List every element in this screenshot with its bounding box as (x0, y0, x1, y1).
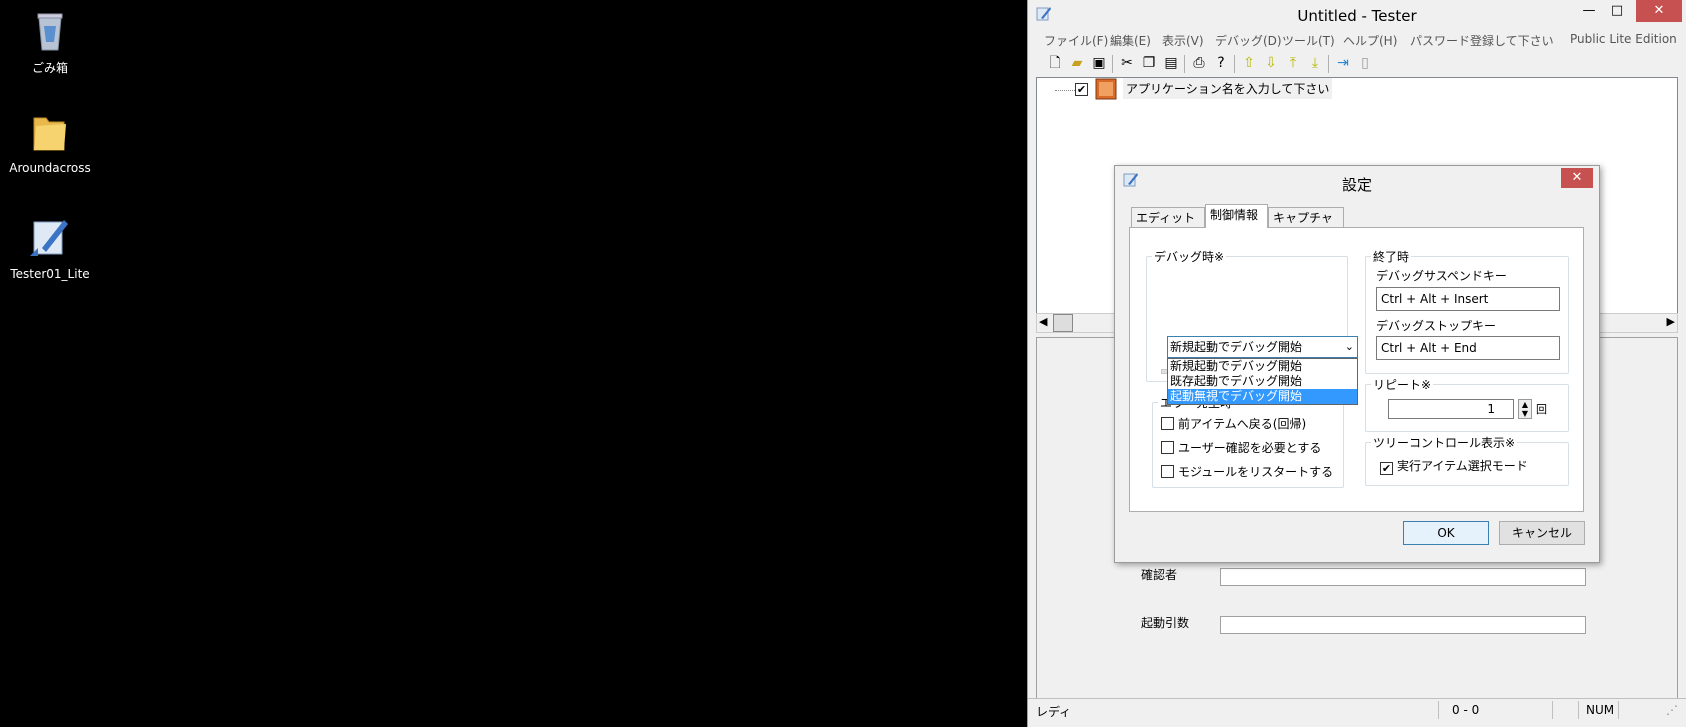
debug-group-title: デバッグ時※ (1152, 248, 1227, 265)
repeat-group: リピート※ 1 ▲ ▼ 回 (1365, 376, 1569, 432)
checkbox-box[interactable] (1161, 465, 1174, 478)
status-position: 0 - 0 (1452, 703, 1480, 717)
copy-icon[interactable]: ❐ (1140, 54, 1158, 72)
repeat-count-field[interactable]: 1 (1388, 399, 1514, 419)
exec-item-select-mode-checkbox[interactable]: ✔ 実行アイテム選択モード (1380, 457, 1528, 475)
checkbox-label: ユーザー確認を必要とする (1178, 441, 1322, 455)
end-group: 終了時 デバッグサスペンドキー Ctrl + Alt + Insert デバッグ… (1365, 248, 1569, 374)
debug-mode-dropdown: 新規起動でデバッグ開始 既存起動でデバッグ開始 起動無視でデバッグ開始 (1167, 358, 1358, 405)
stop-key-field[interactable]: Ctrl + Alt + End (1376, 336, 1560, 360)
tab-control-info[interactable]: 制御情報 (1205, 204, 1268, 228)
menu-tool[interactable]: ツール(T) (1282, 32, 1335, 49)
end-group-title: 終了時 (1371, 248, 1412, 265)
launch-args-field[interactable] (1220, 616, 1586, 634)
suspend-key-field[interactable]: Ctrl + Alt + Insert (1376, 287, 1560, 311)
blank-doc-icon[interactable]: ▯ (1356, 54, 1374, 72)
ok-button[interactable]: OK (1403, 521, 1489, 545)
tree-control-group: ツリーコントロール表示※ ✔ 実行アイテム選択モード (1365, 434, 1569, 486)
restart-module-checkbox[interactable]: モジュールをリスタートする (1161, 463, 1333, 480)
checkbox-box[interactable] (1161, 417, 1174, 430)
dropdown-option[interactable]: 既存起動でデバッグ開始 (1168, 374, 1357, 389)
cancel-button[interactable]: キャンセル (1499, 521, 1585, 545)
paste-icon[interactable]: ▤ (1162, 54, 1180, 72)
debug-mode-combobox[interactable]: 新規起動でデバッグ開始 ⌄ (1167, 336, 1358, 358)
approver-label: 確認者 (1141, 568, 1178, 582)
menu-debug[interactable]: デバッグ(D) (1215, 32, 1282, 49)
approver-field[interactable] (1220, 568, 1586, 586)
maximize-button[interactable]: □ (1604, 0, 1630, 22)
new-file-icon[interactable]: 🗋 (1046, 54, 1064, 72)
dialog-close-button[interactable]: ✕ (1561, 168, 1593, 188)
chevron-down-icon[interactable]: ⌄ (1345, 337, 1354, 357)
folder-icon (33, 117, 66, 151)
launch-args-label: 起動引数 (1141, 616, 1190, 630)
require-user-confirm-checkbox[interactable]: ユーザー確認を必要とする (1161, 439, 1321, 456)
checkbox-label: 実行アイテム選択モード (1397, 459, 1528, 473)
menu-bar: ファイル(F) 編集(E) 表示(V) デバッグ(D) ツール(T) ヘルプ(H… (1032, 30, 1682, 50)
title-bar[interactable]: Untitled - Tester — □ ✕ (1028, 0, 1686, 32)
toolbar: 🗋 ▰ ▣ ✂ ❐ ▤ ⎙ ? ⇧ ⇩ ⤒ ⤓ ⇥ ▯ (1034, 52, 1678, 76)
status-num: NUM (1586, 703, 1615, 717)
tester-app-icon (30, 220, 68, 256)
open-folder-icon[interactable]: ▰ (1068, 54, 1086, 72)
spin-buttons-icon[interactable]: ▲ ▼ (1518, 399, 1532, 419)
tree-control-group-title: ツリーコントロール表示※ (1371, 434, 1518, 451)
repeat-unit: 回 (1536, 403, 1547, 416)
tree-connector (1055, 90, 1075, 91)
help-icon[interactable]: ? (1212, 54, 1230, 72)
move-down-icon[interactable]: ⇩ (1262, 54, 1280, 72)
checkbox-box-checked[interactable]: ✔ (1380, 462, 1393, 475)
scroll-right-icon[interactable]: ▶ (1667, 315, 1675, 328)
status-text: レディ (1036, 705, 1072, 719)
menu-help[interactable]: ヘルプ(H) (1343, 32, 1397, 49)
desktop-icon-folder[interactable]: Aroundacross (0, 110, 100, 175)
tree-root-checkbox[interactable]: ✔ (1075, 83, 1088, 96)
tree-root-label[interactable]: アプリケーション名を入力して下さい (1123, 78, 1333, 99)
minimize-button[interactable]: — (1576, 0, 1602, 22)
dropdown-option-highlighted[interactable]: 起動無視でデバッグ開始 (1168, 389, 1357, 404)
dialog-title: 設定 (1341, 176, 1372, 194)
suspend-key-label: デバッグサスペンドキー (1376, 269, 1507, 283)
tab-edit-info[interactable]: エディット情報 (1131, 207, 1205, 245)
scroll-left-icon[interactable]: ◀ (1039, 315, 1047, 328)
stop-key-label: デバッグストップキー (1376, 319, 1497, 333)
edition-label: Public Lite Edition (1570, 32, 1677, 46)
menu-edit[interactable]: 編集(E) (1110, 32, 1151, 49)
print-icon[interactable]: ⎙ (1190, 54, 1208, 72)
dropdown-option[interactable]: 新規起動でデバッグ開始 (1168, 359, 1357, 374)
status-bar: レディ 0 - 0 NUM ⋰ (1028, 698, 1686, 723)
move-up-icon[interactable]: ⇧ (1240, 54, 1258, 72)
desktop-icon-recycle-bin[interactable]: ごみ箱 (0, 8, 100, 76)
tab-panel: デバッグ時※ 新規起動でデバッグ開始 ⌄ 新規起動でデバッグ開始 既存起動でデバ… (1129, 227, 1584, 512)
desktop-icon-tester[interactable]: Tester01_Lite (0, 214, 100, 281)
desktop-icon-label: Tester01_Lite (10, 267, 90, 281)
checkbox-label: 前アイテムへ戻る(回帰) (1178, 417, 1307, 431)
checkbox-label: モジュールをリスタートする (1178, 465, 1334, 479)
menu-file[interactable]: ファイル(F) (1044, 32, 1108, 49)
desktop-icon-label: Aroundacross (9, 161, 91, 175)
combo-value: 新規起動でデバッグ開始 (1170, 340, 1303, 354)
settings-dialog: 設定 ✕ エディット情報 制御情報 キャプチャ情報 デバッグ時※ 新規起動でデバ… (1114, 165, 1600, 563)
resize-grip-icon[interactable]: ⋰ (1666, 703, 1678, 717)
move-bottom-icon[interactable]: ⤓ (1306, 54, 1324, 72)
scroll-thumb[interactable] (1053, 314, 1073, 332)
export-icon[interactable]: ⇥ (1334, 54, 1352, 72)
save-icon[interactable]: ▣ (1090, 54, 1108, 72)
cut-icon[interactable]: ✂ (1118, 54, 1136, 72)
repeat-count-value: 1 (1487, 402, 1495, 416)
close-button[interactable]: ✕ (1636, 0, 1682, 22)
application-icon (1095, 78, 1117, 100)
tab-capture-info[interactable]: キャプチャ情報 (1268, 207, 1344, 245)
menu-view[interactable]: 表示(V) (1162, 32, 1204, 49)
repeat-group-title: リピート※ (1371, 376, 1434, 393)
error-group: エラー発生時 前アイテムへ戻る(回帰) ユーザー確認を必要とする モジュールをリ… (1152, 394, 1344, 488)
checkbox-box[interactable] (1161, 441, 1174, 454)
recycle-bin-icon (37, 13, 63, 51)
desktop-icon-label: ごみ箱 (31, 61, 68, 75)
move-top-icon[interactable]: ⤒ (1284, 54, 1302, 72)
return-prev-item-checkbox[interactable]: 前アイテムへ戻る(回帰) (1161, 415, 1306, 432)
menu-password[interactable]: パスワード登録して下さい (1410, 32, 1554, 49)
